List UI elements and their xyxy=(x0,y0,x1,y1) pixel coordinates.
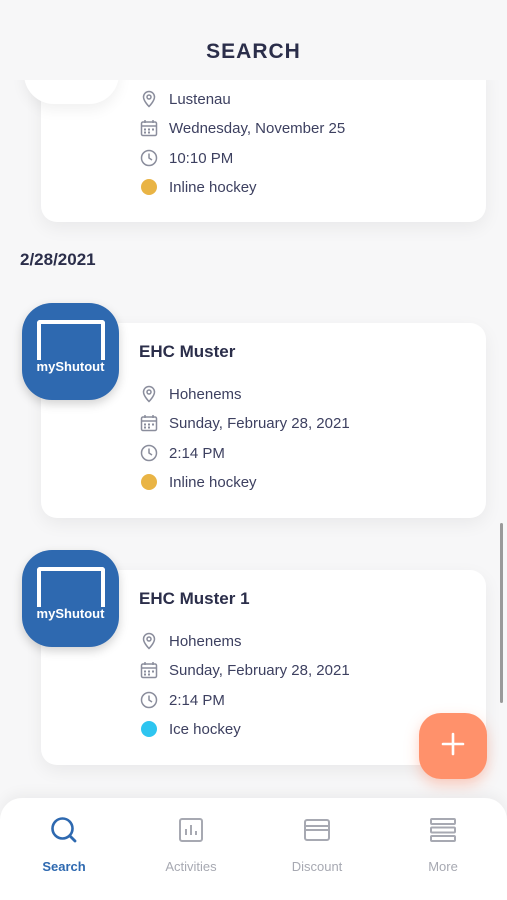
plus-icon xyxy=(441,732,465,761)
event-date: Sunday, February 28, 2021 xyxy=(169,661,350,679)
event-sport-row: Ice hockey xyxy=(140,719,241,739)
event-sport-row: Inline hockey xyxy=(140,177,257,197)
event-location: Hohenems xyxy=(169,632,242,650)
location-pin-icon xyxy=(140,632,158,650)
bottom-tab-bar: Search Activities Discount More xyxy=(0,798,507,900)
scrollbar[interactable] xyxy=(500,523,503,703)
event-location: Hohenems xyxy=(169,385,242,403)
search-icon xyxy=(9,814,119,846)
event-date-row: Sunday, February 28, 2021 xyxy=(140,660,350,680)
event-date: Sunday, February 28, 2021 xyxy=(169,414,350,432)
event-location-row: Lustenau xyxy=(140,89,231,109)
clock-icon xyxy=(140,691,158,709)
date-group-header: 2/28/2021 xyxy=(20,250,96,269)
activities-icon xyxy=(136,814,246,846)
event-time-row: 2:14 PM xyxy=(140,443,225,463)
event-sport: Inline hockey xyxy=(169,178,257,196)
team-logo: myShutout xyxy=(22,303,119,400)
sport-dot-icon xyxy=(140,178,158,196)
sport-dot-icon xyxy=(140,473,158,491)
event-time: 2:14 PM xyxy=(169,691,225,709)
tab-discount[interactable]: Discount xyxy=(262,814,372,874)
event-title: EHC Muster xyxy=(139,342,236,361)
event-location-row: Hohenems xyxy=(140,384,242,404)
event-location-row: Hohenems xyxy=(140,631,242,651)
tab-label: Discount xyxy=(291,859,343,874)
event-sport: Inline hockey xyxy=(169,473,257,491)
event-title: EHC Muster 1 xyxy=(139,589,250,608)
calendar-icon xyxy=(140,119,158,137)
clock-icon xyxy=(140,149,158,167)
event-date: Wednesday, November 25 xyxy=(169,119,346,137)
event-date-row: Wednesday, November 25 xyxy=(140,118,345,138)
event-time-row: 10:10 PM xyxy=(140,148,233,168)
event-date-row: Sunday, February 28, 2021 xyxy=(140,413,350,433)
more-icon xyxy=(388,814,498,846)
event-time: 2:14 PM xyxy=(169,444,225,462)
event-time-row: 2:14 PM xyxy=(140,690,225,710)
event-sport-row: Inline hockey xyxy=(140,472,257,492)
calendar-icon xyxy=(140,661,158,679)
tab-label: Search xyxy=(42,859,86,874)
clock-icon xyxy=(140,444,158,462)
tab-label: More xyxy=(428,859,458,874)
team-logo: myShutout xyxy=(22,550,119,647)
logo-text: myShutout xyxy=(36,606,105,621)
goal-icon xyxy=(37,320,105,360)
page-title: SEARCH xyxy=(206,40,301,63)
location-pin-icon xyxy=(140,90,158,108)
tab-activities[interactable]: Activities xyxy=(136,814,246,874)
tab-search[interactable]: Search xyxy=(9,814,119,874)
calendar-icon xyxy=(140,414,158,432)
event-time: 10:10 PM xyxy=(169,149,234,167)
app-header: SEARCH xyxy=(0,0,507,80)
add-button[interactable] xyxy=(419,713,487,779)
sport-dot-icon xyxy=(140,720,158,738)
location-pin-icon xyxy=(140,385,158,403)
event-location: Lustenau xyxy=(169,90,231,108)
discount-icon xyxy=(262,814,372,846)
tab-more[interactable]: More xyxy=(388,814,498,874)
search-results-list[interactable]: Lustenau Wednesday, November 25 10:10 PM… xyxy=(0,0,507,800)
event-sport: Ice hockey xyxy=(169,720,241,738)
goal-icon xyxy=(37,567,105,607)
logo-text: myShutout xyxy=(36,359,105,374)
tab-label: Activities xyxy=(165,859,217,874)
